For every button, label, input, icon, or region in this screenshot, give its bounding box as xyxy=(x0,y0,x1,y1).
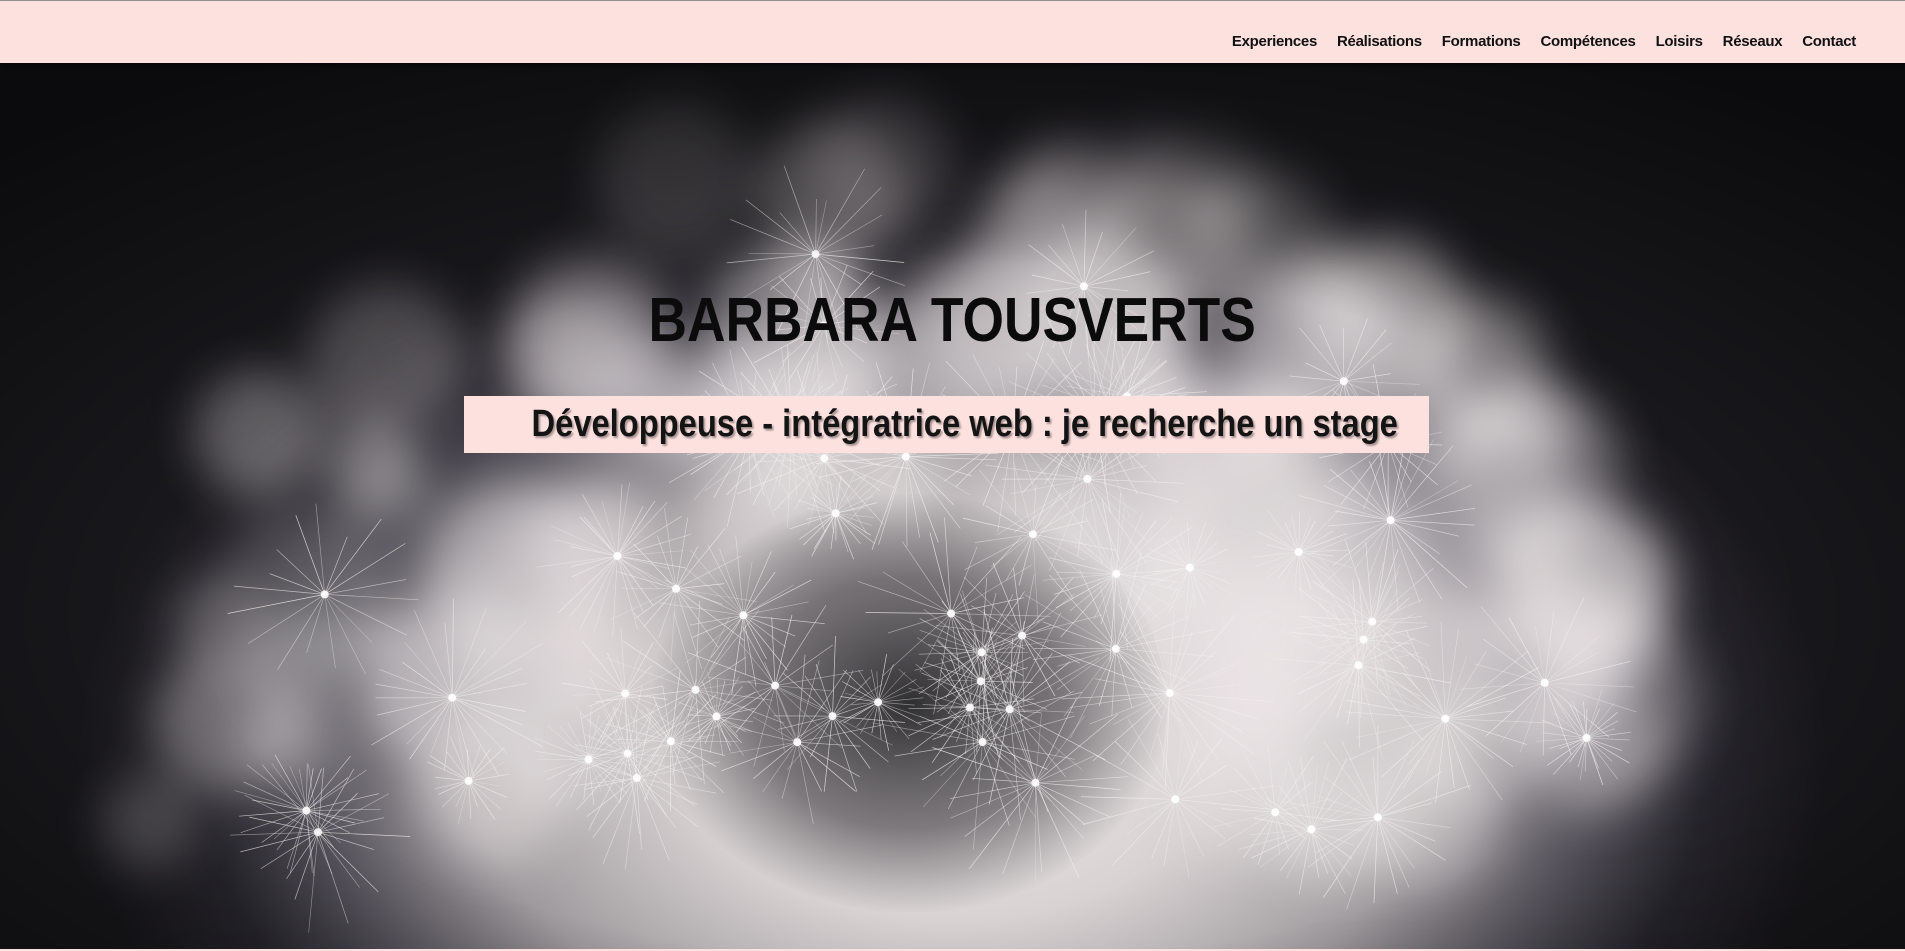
top-navbar: Experiences Réalisations Formations Comp… xyxy=(0,0,1905,63)
hero-subtitle-banner: Développeuse - intégratrice web : je rec… xyxy=(464,396,1429,453)
nav-link-contact[interactable]: Contact xyxy=(1802,33,1856,50)
hero-title: BARBARA TOUSVERTS xyxy=(133,285,1771,356)
nav-link-loisirs[interactable]: Loisirs xyxy=(1656,33,1703,50)
nav-link-formations[interactable]: Formations xyxy=(1442,33,1521,50)
nav-link-reseaux[interactable]: Réseaux xyxy=(1723,33,1783,50)
nav-link-realisations[interactable]: Réalisations xyxy=(1337,33,1422,50)
nav-link-competences[interactable]: Compétences xyxy=(1540,33,1635,50)
hero-title-text: BARBARA TOUSVERTS xyxy=(648,286,1256,355)
nav-link-experiences[interactable]: Experiences xyxy=(1232,33,1317,50)
main-nav: Experiences Réalisations Formations Comp… xyxy=(1232,33,1856,51)
portfolio-page: Experiences Réalisations Formations Comp… xyxy=(0,0,1905,951)
hero-subtitle: Développeuse - intégratrice web : je rec… xyxy=(531,403,1398,445)
hero-section: BARBARA TOUSVERTS Développeuse - intégra… xyxy=(0,63,1905,951)
dandelion-background-image xyxy=(0,63,1905,951)
